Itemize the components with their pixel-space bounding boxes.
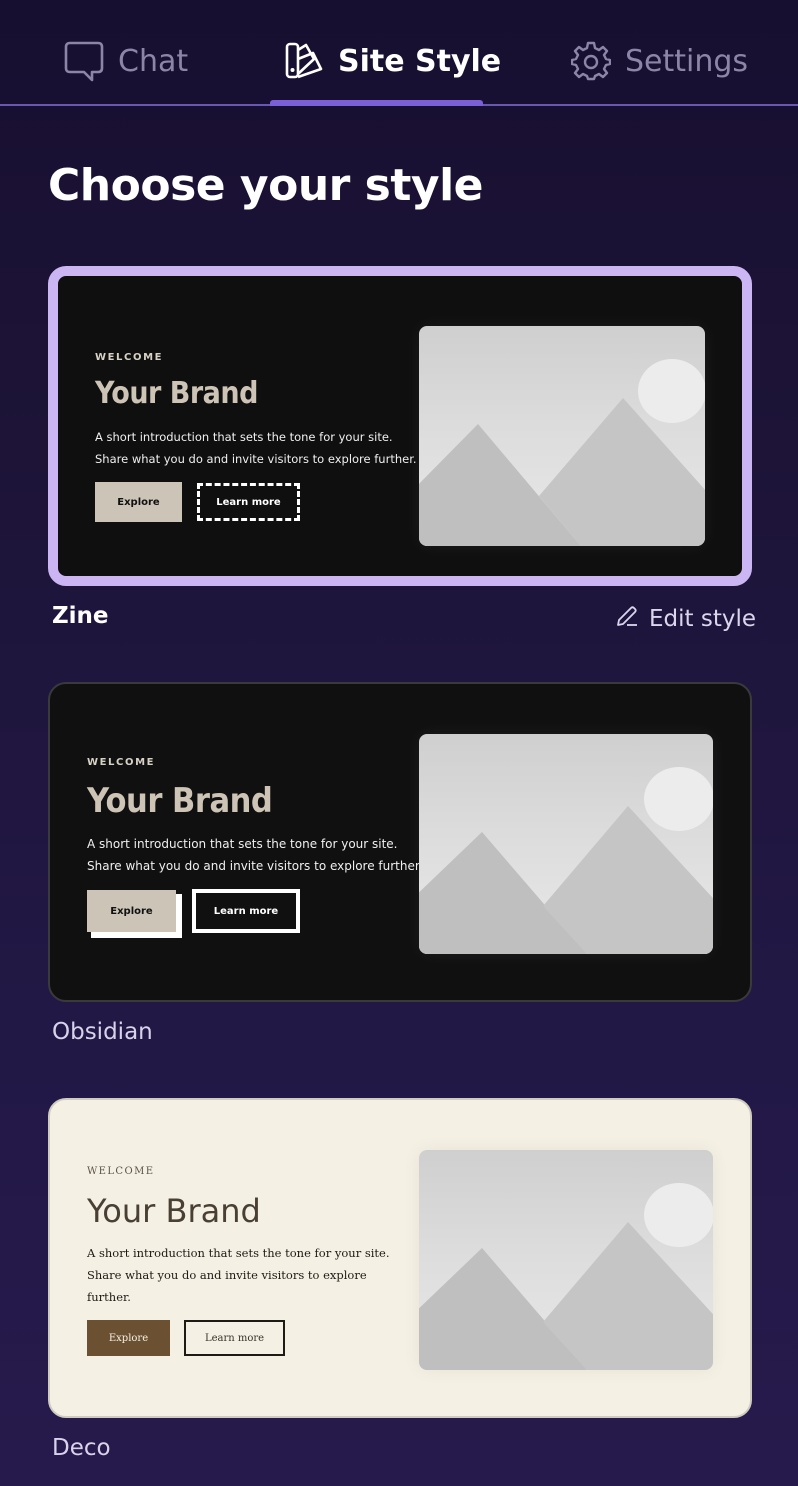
preview-explore-button[interactable]: Explore xyxy=(95,482,182,522)
preview-learn-more-button[interactable]: Learn more xyxy=(184,1320,285,1356)
preview-learn-more-button[interactable]: Learn more xyxy=(192,889,300,933)
tab-bar: Chat Site Style Settings xyxy=(0,0,798,106)
preview-eyebrow: WELCOME xyxy=(95,352,164,363)
preview-intro: A short introduction that sets the tone … xyxy=(87,837,423,873)
style-name-zine: Zine xyxy=(52,603,109,629)
preview-intro: A short introduction that sets the tone … xyxy=(95,430,417,466)
preview-explore-button[interactable]: Explore xyxy=(87,1320,170,1356)
image-placeholder xyxy=(419,1150,713,1370)
image-placeholder xyxy=(419,326,705,546)
preview-brand: Your Brand xyxy=(95,376,258,411)
chat-icon xyxy=(64,40,104,82)
palette-icon xyxy=(284,41,324,81)
style-name-deco: Deco xyxy=(52,1435,111,1461)
preview-deco: WELCOME Your Brand A short introduction … xyxy=(50,1100,750,1416)
style-name-obsidian: Obsidian xyxy=(52,1019,153,1045)
gear-icon xyxy=(571,41,611,81)
preview-brand: Your Brand xyxy=(87,1192,261,1230)
preview-obsidian: WELCOME Your Brand A short introduction … xyxy=(50,684,750,1000)
preview-eyebrow: WELCOME xyxy=(87,757,156,768)
preview-intro: A short introduction that sets the tone … xyxy=(87,1246,390,1304)
tab-site-style[interactable]: Site Style xyxy=(284,38,501,84)
style-card-obsidian[interactable]: WELCOME Your Brand A short introduction … xyxy=(48,682,752,1002)
preview-zine: WELCOME Your Brand A short introduction … xyxy=(58,276,742,576)
tab-settings[interactable]: Settings xyxy=(571,38,748,84)
tab-site-style-label: Site Style xyxy=(338,43,502,79)
active-tab-indicator xyxy=(270,100,483,106)
pencil-icon xyxy=(615,604,639,634)
style-card-deco[interactable]: WELCOME Your Brand A short introduction … xyxy=(48,1098,752,1418)
style-card-zine[interactable]: WELCOME Your Brand A short introduction … xyxy=(48,266,752,586)
preview-brand: Your Brand xyxy=(87,781,273,821)
edit-style-label: Edit style xyxy=(649,606,757,632)
tab-settings-label: Settings xyxy=(625,43,749,79)
preview-eyebrow: WELCOME xyxy=(87,1166,155,1177)
edit-style-button[interactable]: Edit style xyxy=(615,604,756,634)
page-title: Choose your style xyxy=(48,160,484,211)
preview-explore-button[interactable]: Explore xyxy=(87,890,176,932)
tab-chat-label: Chat xyxy=(118,43,189,79)
preview-learn-more-button[interactable]: Learn more xyxy=(197,483,300,521)
tab-chat[interactable]: Chat xyxy=(64,38,188,84)
image-placeholder xyxy=(419,734,713,954)
